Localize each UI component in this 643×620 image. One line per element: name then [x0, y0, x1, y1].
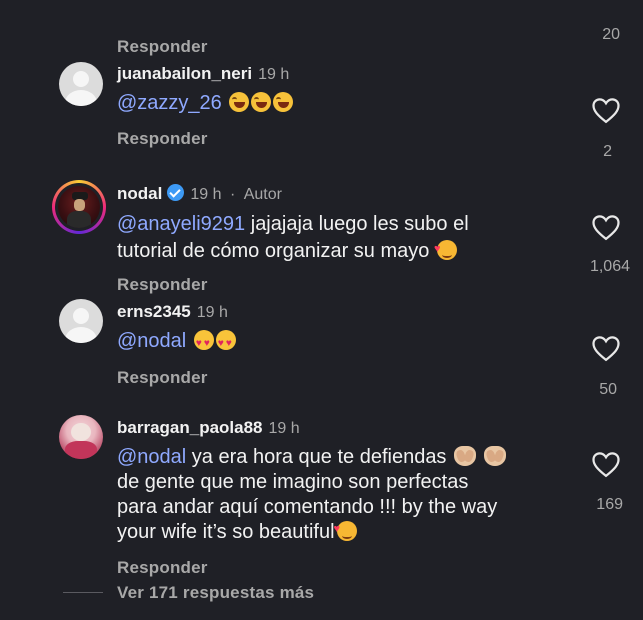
- default-avatar-icon: [73, 308, 89, 324]
- like-heart-icon[interactable]: [591, 96, 621, 124]
- mention-link[interactable]: @zazzy_26: [117, 92, 222, 114]
- view-more-replies-button[interactable]: Ver 171 respuestas más: [117, 583, 314, 603]
- view-more-divider: [63, 592, 103, 593]
- reply-button[interactable]: Responder: [117, 37, 208, 57]
- username[interactable]: nodal: [117, 184, 162, 203]
- comment-header: juanabailon_neri 19 h: [117, 64, 289, 84]
- avatar[interactable]: [59, 415, 103, 459]
- verified-badge-icon: [167, 184, 185, 201]
- like-count: 1,064: [589, 258, 630, 275]
- like-count: 169: [596, 496, 623, 513]
- timestamp: 19 h: [196, 304, 228, 321]
- comment-text: @anayeli9291 jajajaja luego les subo el …: [117, 211, 469, 265]
- username[interactable]: juanabailon_neri: [117, 64, 252, 83]
- comment-line: ya era hora que te defiendas: [186, 446, 447, 468]
- mention-link[interactable]: @nodal: [117, 446, 186, 468]
- like-count: 50: [599, 381, 617, 398]
- comment-line: para andar aquí comentando !!! by the wa…: [117, 496, 498, 518]
- avatar[interactable]: [59, 62, 103, 106]
- username[interactable]: erns2345: [117, 302, 191, 321]
- reply-button[interactable]: Responder: [117, 558, 208, 578]
- reply-button[interactable]: Responder: [117, 368, 208, 388]
- timestamp: 19 h: [268, 420, 300, 437]
- comment-line: jajajaja luego les subo el: [245, 213, 469, 235]
- comment-header: nodal 19 h · Autor: [117, 184, 282, 204]
- laugh-emoji: [273, 92, 294, 112]
- timestamp: 19 h: [258, 66, 290, 83]
- mention-link[interactable]: @anayeli9291: [117, 213, 245, 235]
- like-heart-icon[interactable]: [591, 450, 621, 478]
- like-heart-icon[interactable]: [591, 334, 621, 362]
- timestamp: 19 h: [190, 186, 222, 203]
- partial-like-count: 20: [602, 26, 620, 40]
- comment-text: @nodal: [117, 328, 236, 357]
- smiling-face-with-hearts-emoji: [334, 517, 357, 542]
- reply-button[interactable]: Responder: [117, 275, 208, 295]
- like-count: 2: [603, 143, 612, 160]
- avatar: [58, 186, 100, 228]
- smiling-face-with-hearts-emoji: [434, 236, 457, 263]
- clapping-hands-emoji: [454, 446, 476, 466]
- comment-header: erns2345 19 h: [117, 302, 228, 322]
- comment-text: @nodal ya era hora que te defiendas de g…: [117, 445, 506, 545]
- author-tag: Autor: [243, 186, 282, 203]
- mention-link[interactable]: @nodal: [117, 330, 186, 352]
- laugh-emoji: [251, 92, 272, 112]
- laugh-emoji: [229, 92, 250, 112]
- comment-line: tutorial de cómo organizar su mayo: [117, 240, 430, 262]
- avatar[interactable]: [59, 299, 103, 343]
- comment-line: your wife it’s so beautiful: [117, 521, 335, 543]
- default-avatar-icon: [73, 71, 89, 87]
- username[interactable]: barragan_paola88: [117, 418, 263, 437]
- heart-eyes-emoji: [215, 330, 236, 357]
- comment-header: barragan_paola88 19 h: [117, 418, 300, 438]
- comment-line: de gente que me imagino son perfectas: [117, 471, 469, 493]
- heart-eyes-emoji: [193, 330, 214, 357]
- story-ring-avatar[interactable]: [52, 180, 106, 234]
- separator-dot: ·: [229, 186, 236, 203]
- like-heart-icon[interactable]: [591, 213, 621, 241]
- clapping-hands-emoji: [483, 446, 506, 466]
- comment-text: @zazzy_26: [117, 90, 294, 117]
- reply-button[interactable]: Responder: [117, 129, 208, 149]
